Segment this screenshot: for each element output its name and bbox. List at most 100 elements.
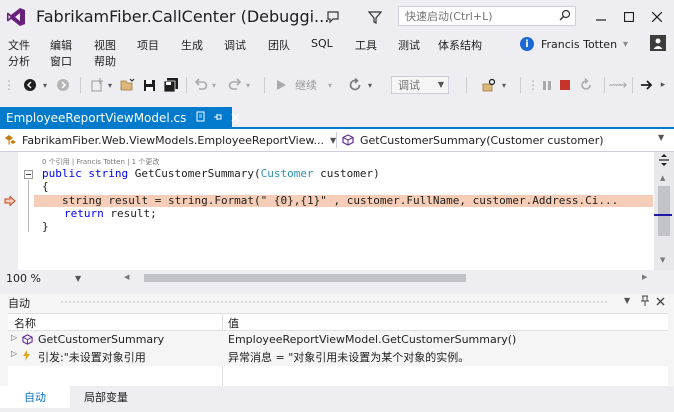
menu-tools[interactable]: 工具 xyxy=(355,37,377,53)
minimize-button[interactable] xyxy=(590,8,612,26)
menu-sql[interactable]: SQL xyxy=(311,37,333,50)
tab-locals[interactable]: 局部变量 xyxy=(70,386,142,408)
menu-debug[interactable]: 调试 xyxy=(224,37,246,53)
continue-play-icon[interactable] xyxy=(272,74,290,96)
scroll-down-icon[interactable]: ▼ xyxy=(660,256,665,264)
save-all-icon[interactable] xyxy=(162,74,180,96)
menu-window[interactable]: 窗口 xyxy=(50,53,72,69)
menu-view[interactable]: 视图 xyxy=(94,37,116,53)
menu-project[interactable]: 项目 xyxy=(137,37,159,53)
document-icon xyxy=(196,111,205,125)
navigate-back-icon[interactable] xyxy=(20,74,40,96)
break-all-icon[interactable] xyxy=(540,74,554,96)
autos-column-header: 名称 值 xyxy=(8,313,668,331)
visual-studio-logo-icon xyxy=(6,7,26,27)
editor-bottom-bar: 100 % ▼ ◀ ▶ xyxy=(0,270,674,286)
project-dropdown[interactable]: FabrikamFiber.Web.ViewModels.EmployeeRep… xyxy=(4,131,336,149)
menu-edit[interactable]: 编辑 xyxy=(50,37,72,53)
zoom-dropdown[interactable]: 100 % ▼ xyxy=(6,271,81,285)
scroll-right-icon[interactable]: ▶ xyxy=(642,273,647,281)
member-dropdown[interactable]: GetCustomerSummary(Customer customer) xyxy=(342,131,604,149)
method-icon xyxy=(22,334,33,348)
autos-row-value: EmployeeReportViewModel.GetCustomerSumma… xyxy=(228,333,517,346)
user-account[interactable]: i Francis Totten ▾ xyxy=(520,37,628,51)
menu-file[interactable]: 文件 xyxy=(8,37,30,53)
tab-employee-report-view-model[interactable]: EmployeeReportViewModel.cs xyxy=(0,107,240,129)
solution-config-dropdown[interactable]: 调试 ▼ xyxy=(391,76,449,94)
autos-title: 自动 xyxy=(8,297,30,310)
back-dropdown-icon[interactable]: ▾ xyxy=(40,74,50,96)
column-divider[interactable] xyxy=(222,314,223,330)
project-dropdown-value: FabrikamFiber.Web.ViewModels.EmployeeRep… xyxy=(22,133,324,147)
search-icon[interactable] xyxy=(559,9,571,24)
code-editor[interactable]: 0 个引用 | Francis Totten | 1 个更改 public st… xyxy=(0,152,674,270)
column-divider xyxy=(222,366,223,386)
column-value-header[interactable]: 值 xyxy=(228,315,239,331)
window-title: FabrikamFiber.CallCenter (Debuggi... xyxy=(36,7,330,26)
undo-icon[interactable] xyxy=(192,74,210,96)
codelens-info[interactable]: 0 个引用 | Francis Totten | 1 个更改 xyxy=(42,157,159,167)
solution-config-value: 调试 xyxy=(398,79,420,92)
window-position-icon[interactable]: ▼ xyxy=(624,296,630,305)
new-project-icon[interactable] xyxy=(88,74,106,96)
document-tab-strip: EmployeeReportViewModel.cs xyxy=(0,103,674,129)
menu-help[interactable]: 帮助 xyxy=(94,53,116,69)
redo-dropdown-icon[interactable]: ▾ xyxy=(244,74,252,96)
close-icon[interactable] xyxy=(231,112,240,125)
autos-row-name: 引发:"未设置对象引用 xyxy=(38,351,146,364)
scroll-up-icon[interactable]: ▲ xyxy=(660,174,665,182)
menu-team[interactable]: 团队 xyxy=(268,37,290,53)
return-line: return result; xyxy=(64,207,157,220)
menu-architecture[interactable]: 体系结构 xyxy=(438,37,482,53)
stop-debugging-icon[interactable] xyxy=(558,74,572,96)
toolbar-separator xyxy=(186,77,187,93)
avatar-icon[interactable] xyxy=(650,35,666,51)
undo-dropdown-icon[interactable]: ▾ xyxy=(210,74,218,96)
auto-hide-pin-icon[interactable] xyxy=(640,295,650,310)
find-in-files-icon[interactable] xyxy=(480,74,498,96)
scroll-left-icon[interactable]: ◀ xyxy=(124,273,129,281)
toolbar-overflow-icon[interactable]: ▸ xyxy=(658,74,668,96)
chevron-down-icon: ▼ xyxy=(74,273,82,283)
save-icon[interactable] xyxy=(140,74,158,96)
expand-arrow-icon[interactable]: ▷ xyxy=(11,349,17,358)
toolbar-separator xyxy=(80,77,81,93)
menu-test[interactable]: 测试 xyxy=(398,37,420,53)
open-folder-icon[interactable] xyxy=(118,74,136,96)
new-dropdown-icon[interactable]: ▾ xyxy=(106,74,114,96)
step-into-icon[interactable] xyxy=(638,74,656,96)
expand-arrow-icon[interactable]: ▷ xyxy=(11,333,17,342)
split-window-icon[interactable] xyxy=(659,154,669,169)
redo-icon[interactable] xyxy=(226,74,244,96)
show-next-statement-icon[interactable]: ⟿ xyxy=(608,74,628,96)
continue-dropdown-icon[interactable]: ▾ xyxy=(326,74,334,96)
autos-row[interactable]: ▷ GetCustomerSummary EmployeeReportViewM… xyxy=(8,333,668,348)
outline-guide xyxy=(28,180,29,232)
menu-build[interactable]: 生成 xyxy=(181,37,203,53)
restart-icon[interactable] xyxy=(576,74,596,96)
continue-button[interactable]: 继续 xyxy=(292,74,320,96)
menu-analyze[interactable]: 分析 xyxy=(8,53,30,69)
refresh-icon[interactable] xyxy=(346,74,364,96)
quick-launch[interactable] xyxy=(398,6,576,26)
collapse-toggle[interactable] xyxy=(24,170,33,179)
feedback-icon[interactable] xyxy=(322,6,344,28)
vertical-scroll-thumb[interactable] xyxy=(658,186,670,236)
column-name-header[interactable]: 名称 xyxy=(14,315,36,331)
quick-launch-input[interactable] xyxy=(399,7,555,25)
tab-autos[interactable]: 自动 xyxy=(0,386,70,408)
filter-icon[interactable] xyxy=(364,6,386,28)
refresh-dropdown-icon[interactable]: ▾ xyxy=(366,74,374,96)
navigate-forward-icon[interactable] xyxy=(54,74,72,96)
panel-grip[interactable] xyxy=(60,300,608,304)
chevron-down-icon[interactable]: ▼ xyxy=(658,133,664,142)
pin-icon[interactable] xyxy=(213,112,223,125)
autos-row[interactable]: ▷ 引发:"未设置对象引用 异常消息 = "对象引用未设置为某个对象的实例。 xyxy=(8,349,668,364)
close-icon[interactable] xyxy=(656,296,665,309)
close-button[interactable] xyxy=(646,8,668,26)
maximize-button[interactable] xyxy=(618,8,640,26)
current-line-marker xyxy=(654,214,672,216)
vertical-scrollbar[interactable]: ▲ ▼ xyxy=(654,152,674,270)
find-dropdown-icon[interactable]: ▾ xyxy=(500,74,508,96)
horizontal-scroll-thumb[interactable] xyxy=(144,274,466,282)
